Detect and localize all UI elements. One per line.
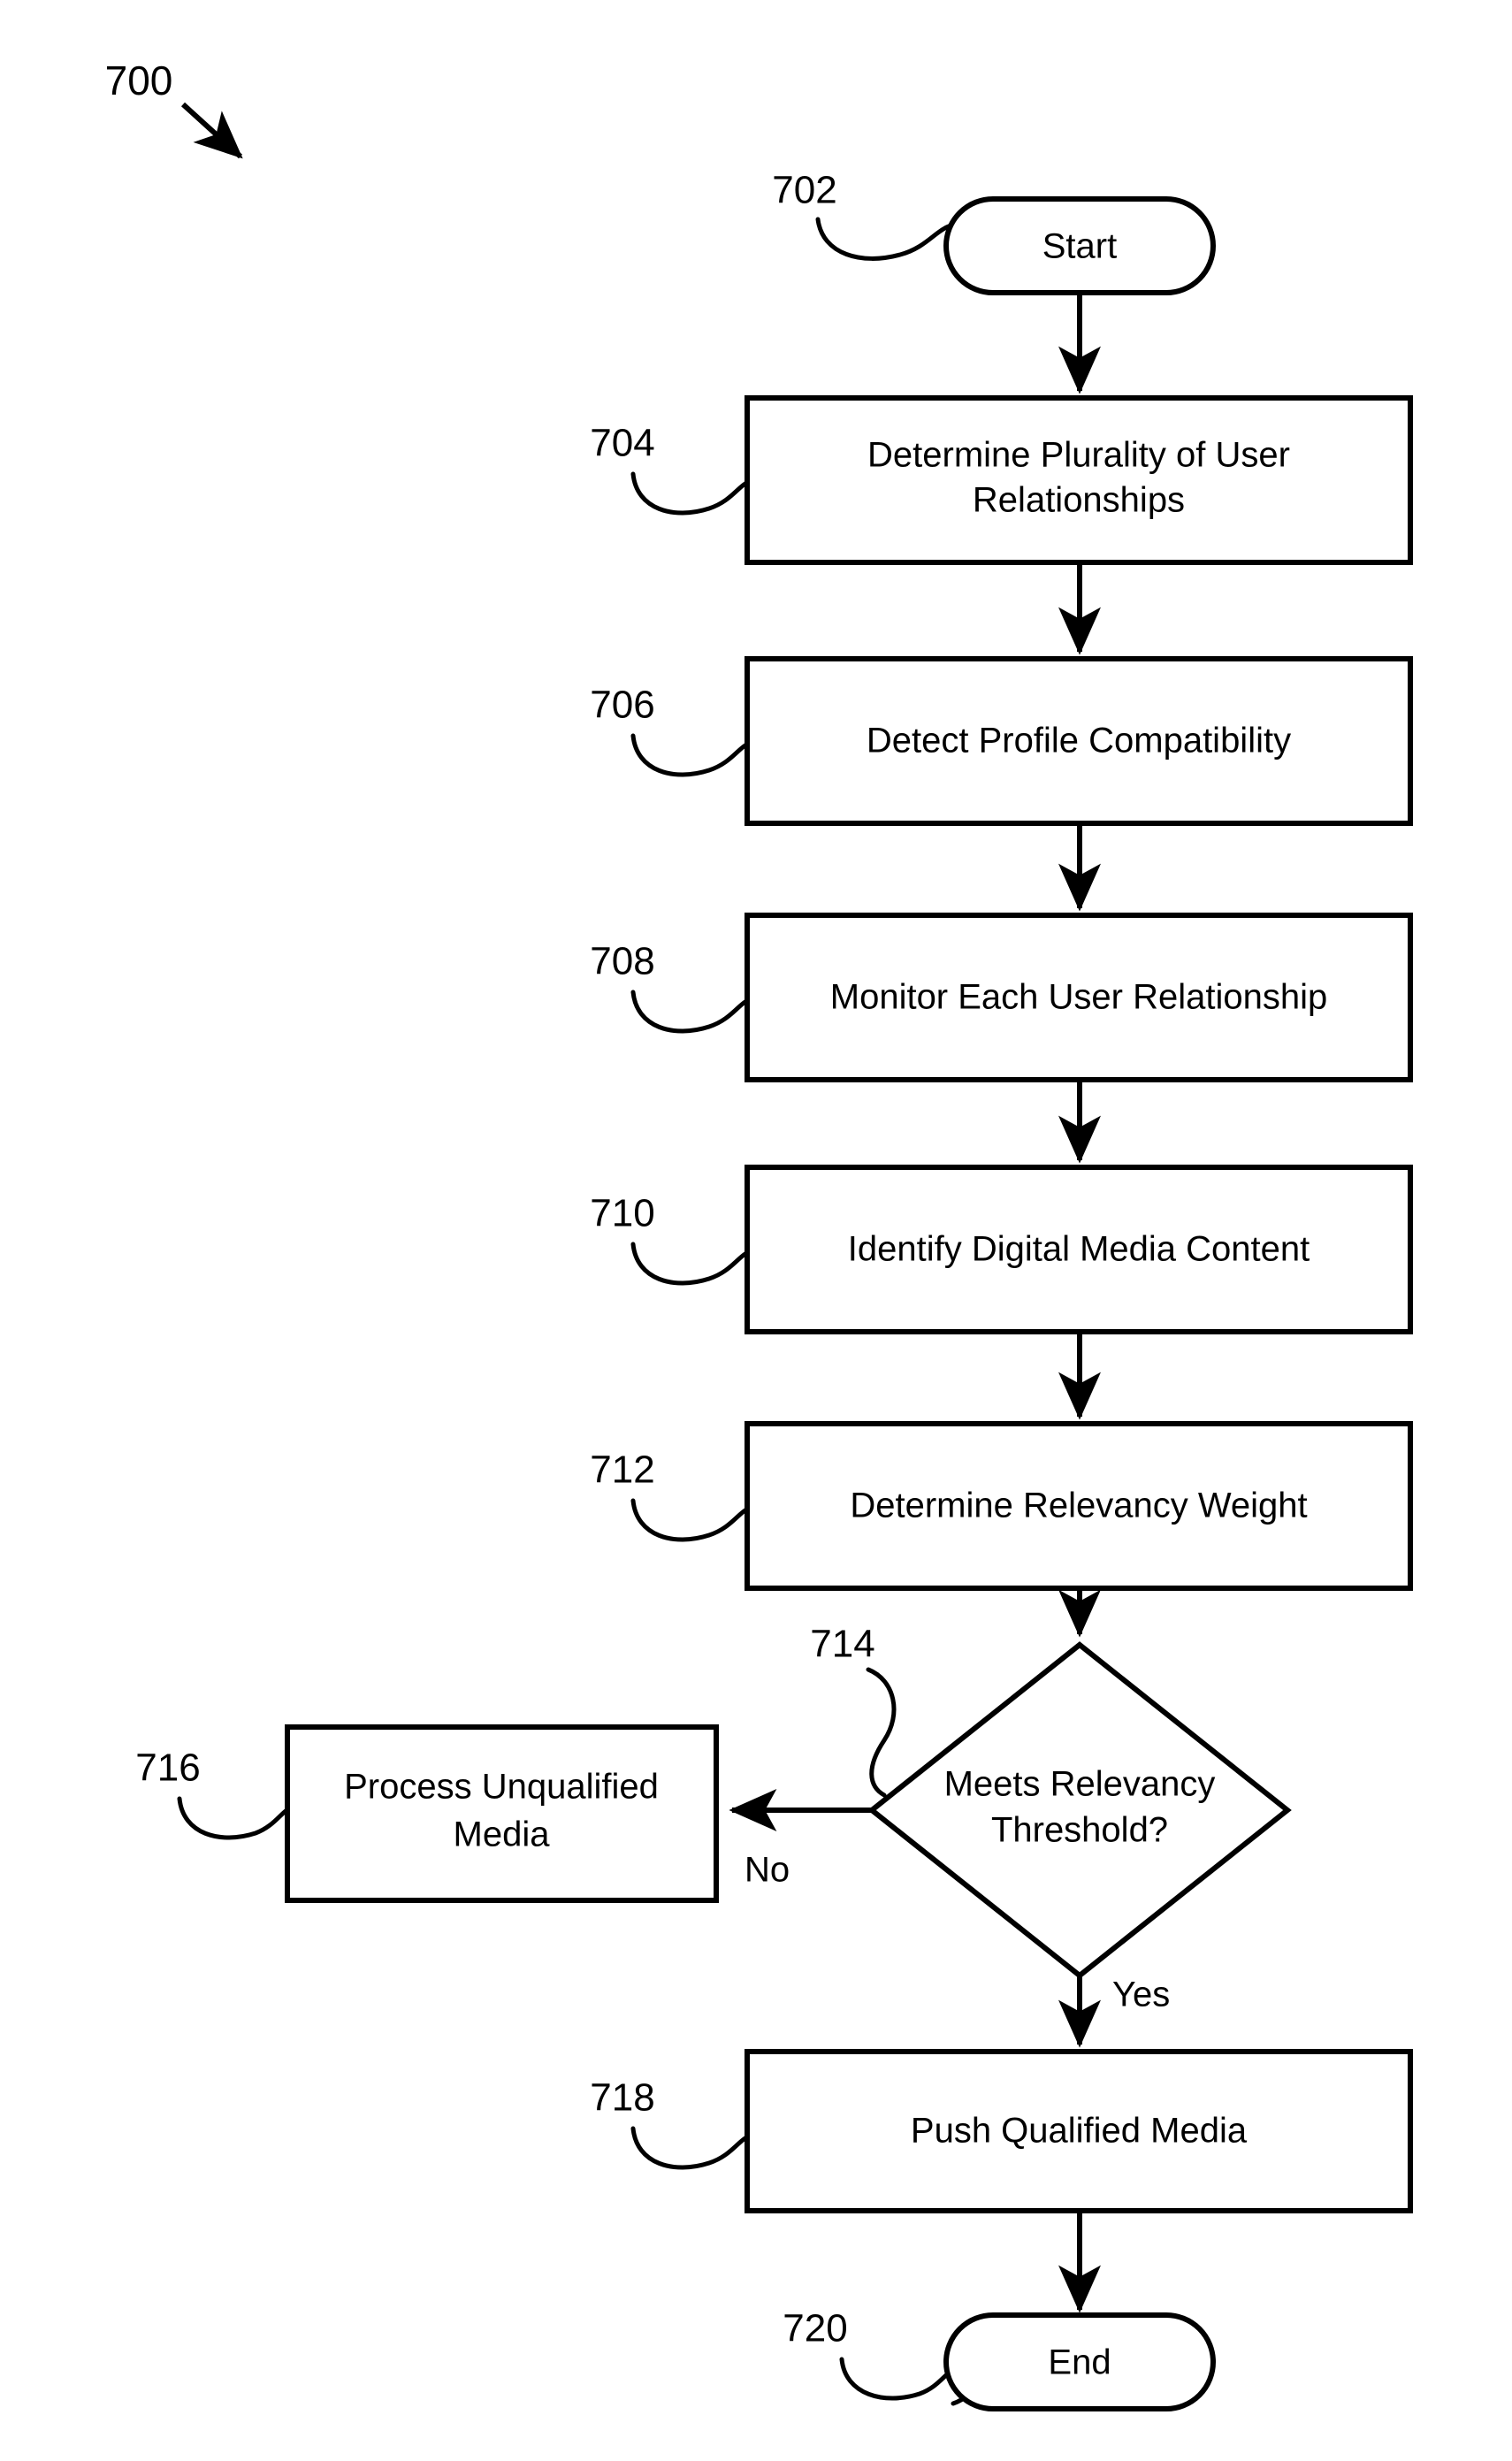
edge-label-yes: Yes — [1112, 1976, 1170, 2014]
decision-714-label-line2: Threshold? — [991, 1811, 1168, 1850]
process-716-label-line1: Process Unqualified — [344, 1768, 659, 1807]
figure-number-group: 700 — [105, 57, 243, 159]
process-712-label: Determine Relevancy Weight — [850, 1487, 1307, 1525]
node-716-group: 716 Process Unqualified Media — [135, 1724, 719, 1903]
ref-label-718: 718 — [590, 2076, 654, 2120]
ref-label-712: 712 — [590, 1448, 654, 1492]
figure-pointer-arrow — [180, 102, 243, 159]
end-label: End — [1048, 2343, 1111, 2382]
ref-label-716: 716 — [135, 1746, 200, 1790]
ref-label-710: 710 — [590, 1192, 654, 1235]
process-708-label: Monitor Each User Relationship — [830, 978, 1327, 1017]
process-716-label-line2: Media — [454, 1815, 551, 1854]
node-end-group: 720 End — [783, 2307, 1216, 2411]
figure-canvas: 700 702 Start 704 Determine Plurality of… — [0, 0, 1512, 2461]
ref-label-702: 702 — [772, 169, 836, 212]
edge-label-no: No — [745, 1851, 790, 1890]
ref-label-714: 714 — [810, 1623, 874, 1666]
node-704-group: 704 Determine Plurality of User Relation… — [590, 395, 1413, 565]
node-start-group: 702 Start — [772, 169, 1216, 295]
node-718-group: 718 Push Qualified Media — [590, 2049, 1413, 2213]
figure-number-label: 700 — [105, 57, 173, 103]
node-714-group: 714 Meets Relevancy Threshold? — [810, 1623, 1292, 1979]
node-712-group: 712 Determine Relevancy Weight — [590, 1421, 1413, 1591]
process-box-716[interactable] — [285, 1724, 719, 1903]
process-710-label: Identify Digital Media Content — [848, 1230, 1310, 1269]
process-704-label-line2: Relationships — [973, 481, 1185, 520]
decision-714-label-line1: Meets Relevancy — [944, 1765, 1216, 1804]
ref-label-706: 706 — [590, 684, 654, 727]
ref-label-704: 704 — [590, 422, 654, 465]
leader-line-714 — [866, 1667, 897, 1798]
process-704-label-line1: Determine Plurality of User — [867, 436, 1290, 475]
ref-label-720: 720 — [783, 2307, 847, 2350]
start-label: Start — [1042, 227, 1117, 266]
process-718-label: Push Qualified Media — [911, 2112, 1248, 2151]
node-710-group: 710 Identify Digital Media Content — [590, 1165, 1413, 1334]
process-706-label: Detect Profile Compatibility — [867, 722, 1291, 760]
node-708-group: 708 Monitor Each User Relationship — [590, 913, 1413, 1082]
flowchart-diagram: 700 702 Start 704 Determine Plurality of… — [105, 57, 1413, 2411]
ref-label-708: 708 — [590, 940, 654, 983]
node-706-group: 706 Detect Profile Compatibility — [590, 656, 1413, 826]
